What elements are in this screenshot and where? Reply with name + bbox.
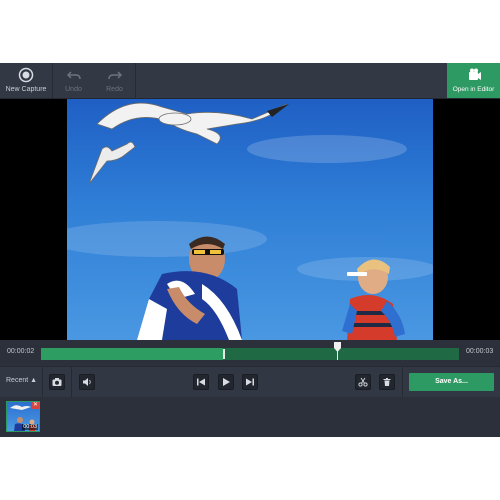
redo-icon [107,71,122,80]
open-in-editor-button[interactable]: Open in Editor [447,63,500,98]
skip-forward-icon [246,378,254,386]
redo-button[interactable]: Redo [94,63,135,98]
skip-back-icon [197,378,205,386]
toolbar-divider [135,63,136,98]
preview-image [67,99,433,340]
new-capture-button[interactable]: New Capture [0,63,52,98]
record-icon [18,67,34,83]
control-divider [402,367,403,397]
camera-icon [52,378,62,386]
undo-button[interactable]: Undo [53,63,94,98]
speaker-icon [83,378,91,386]
new-capture-label: New Capture [5,86,47,93]
thumbnail-duration: 00:03 [22,424,38,430]
scissors-icon [358,377,368,387]
recent-toggle[interactable]: Recent ▲ [6,377,37,384]
trash-icon [383,378,391,386]
toolbar: New Capture Undo Redo Open in Editor [0,63,500,99]
playhead-handle[interactable] [334,342,342,360]
delete-button[interactable] [379,374,395,390]
play-icon [223,378,230,386]
next-frame-button[interactable] [242,374,258,390]
undo-icon [66,71,81,80]
editor-icon [468,68,481,80]
control-divider [42,367,43,397]
recent-label: Recent [6,377,29,384]
recent-captures: ✕ 00:03 [0,397,500,437]
play-button[interactable] [218,374,234,390]
screenshot-button[interactable] [49,374,65,390]
capture-window: New Capture Undo Redo Open in Editor 00:… [0,63,500,437]
recent-capture-thumbnail[interactable]: ✕ 00:03 [6,401,40,432]
undo-label: Undo [65,86,82,93]
cut-button[interactable] [355,374,371,390]
timeline: 00:00:02 00:00:03 [0,340,500,366]
control-divider [71,367,72,397]
start-time: 00:00:02 [7,348,35,355]
beach-photo [67,102,433,340]
open-in-editor-label: Open in Editor [452,86,495,93]
timeline-track[interactable] [41,348,459,360]
save-as-button[interactable]: Save As... [409,373,494,391]
video-preview [0,99,500,340]
trim-marker[interactable] [223,349,225,359]
chevron-up-icon: ▲ [30,377,38,384]
previous-frame-button[interactable] [193,374,209,390]
control-bar: Recent ▲ Save As... [0,366,500,398]
timeline-selection[interactable] [41,348,223,360]
redo-label: Redo [106,86,123,93]
close-icon[interactable]: ✕ [32,402,39,409]
volume-button[interactable] [79,374,95,390]
end-time: 00:00:03 [466,348,494,355]
